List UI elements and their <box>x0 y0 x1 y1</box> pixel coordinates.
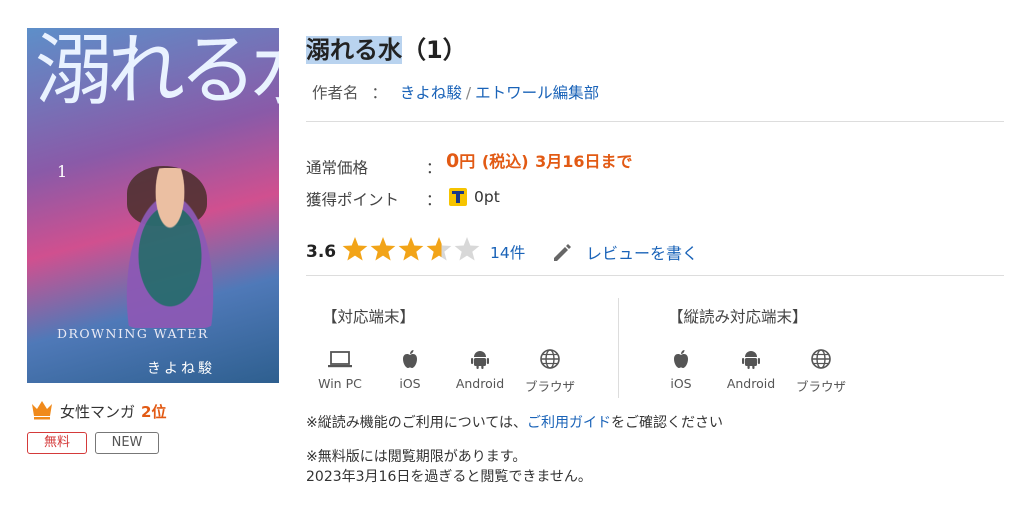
divider <box>306 275 1004 276</box>
price-yen: 円 <box>459 152 476 171</box>
device-ios: iOS <box>380 348 440 391</box>
android-icon <box>471 351 489 369</box>
device-label: Android <box>455 376 505 391</box>
ranking-position: 2位 <box>141 403 167 421</box>
points-colon: ： <box>426 191 442 209</box>
apple-icon <box>674 350 688 368</box>
cover-author-art: きよね駿 <box>147 361 215 377</box>
points-value: 0pt <box>474 188 500 206</box>
author-colon: ： <box>371 84 387 102</box>
cover-english-title: DROWNING WATER <box>57 326 209 341</box>
price-until: 3月16日まで <box>535 152 633 171</box>
price-tax: (税込) <box>481 152 529 171</box>
price-label: 通常価格 <box>306 159 369 177</box>
usage-guide-link[interactable]: ご利用ガイド <box>527 415 611 431</box>
rating-score: 3.6 <box>306 242 337 262</box>
free-period-note: ※無料版には閲覧期限があります。 <box>306 449 527 465</box>
star-icon <box>342 237 368 261</box>
device-label: ブラウザ <box>795 379 846 394</box>
write-review-link[interactable]: レビューを書く <box>586 240 698 264</box>
vertical-device-browser: ブラウザ <box>791 348 851 395</box>
star-icon <box>370 237 396 261</box>
device-label: Android <box>726 376 776 391</box>
price-value: 0円 (税込) 3月16日まで <box>446 148 633 172</box>
price-colon: ： <box>426 159 442 177</box>
device-android: Android <box>450 348 510 391</box>
note-suffix: をご確認ください <box>611 415 724 431</box>
star-icon <box>426 237 452 261</box>
star-icon <box>454 237 480 261</box>
star-icon <box>398 237 424 261</box>
device-divider <box>618 298 619 398</box>
laptop-icon <box>328 351 352 368</box>
globe-icon <box>811 349 831 369</box>
pencil-icon[interactable] <box>551 241 573 263</box>
cover-title-art: 溺れる水 <box>35 28 279 116</box>
android-icon <box>742 351 760 369</box>
title-highlighted: 溺れる水 <box>306 36 402 64</box>
device-winpc: Win PC <box>310 348 370 391</box>
ranking-category: 女性マンガ <box>60 403 136 421</box>
vertical-devices-title: 【縦読み対応端末】 <box>668 308 808 326</box>
free-period-deadline: 2023年3月16日を過ぎると閲覧できません。 <box>306 469 592 485</box>
ranking[interactable]: 女性マンガ 2位 <box>60 401 166 422</box>
author-separator: / <box>465 84 472 102</box>
device-label: Win PC <box>318 376 362 391</box>
device-label: iOS <box>399 376 421 391</box>
cover-figure <box>115 168 225 328</box>
star-rating <box>342 237 480 261</box>
review-count-link[interactable]: 14件 <box>490 241 525 263</box>
points-label: 獲得ポイント <box>306 191 400 209</box>
vertical-device-android: Android <box>721 348 781 391</box>
vertical-device-ios: iOS <box>651 348 711 391</box>
device-browser: ブラウザ <box>520 348 580 395</box>
devices-title: 【対応端末】 <box>322 308 416 326</box>
new-badge: NEW <box>95 432 159 454</box>
author-row: 作者名 ： きよね駿 / エトワール編集部 <box>312 81 599 103</box>
publisher-link[interactable]: エトワール編集部 <box>475 84 599 102</box>
author-label: 作者名 <box>312 84 359 102</box>
note-prefix: ※縦読み機能のご利用については、 <box>306 415 528 431</box>
free-badge: 無料 <box>27 432 87 454</box>
cover-volume-mark: 1 <box>57 162 68 181</box>
device-label: ブラウザ <box>524 379 575 394</box>
apple-icon <box>403 350 417 368</box>
book-cover[interactable]: 溺れる水 1 DROWNING WATER きよね駿 <box>27 28 279 383</box>
device-label: iOS <box>670 376 692 391</box>
author-link[interactable]: きよね駿 <box>400 84 462 102</box>
page-title: 溺れる水（1） <box>306 30 467 65</box>
globe-icon <box>540 349 560 369</box>
tpoint-icon <box>449 188 467 206</box>
title-volume: （1） <box>402 36 467 64</box>
crown-icon <box>32 401 52 420</box>
vertical-reading-note: ※縦読み機能のご利用については、ご利用ガイドをご確認ください <box>306 412 723 432</box>
price-amount: 0 <box>446 150 460 172</box>
divider <box>306 121 1004 122</box>
